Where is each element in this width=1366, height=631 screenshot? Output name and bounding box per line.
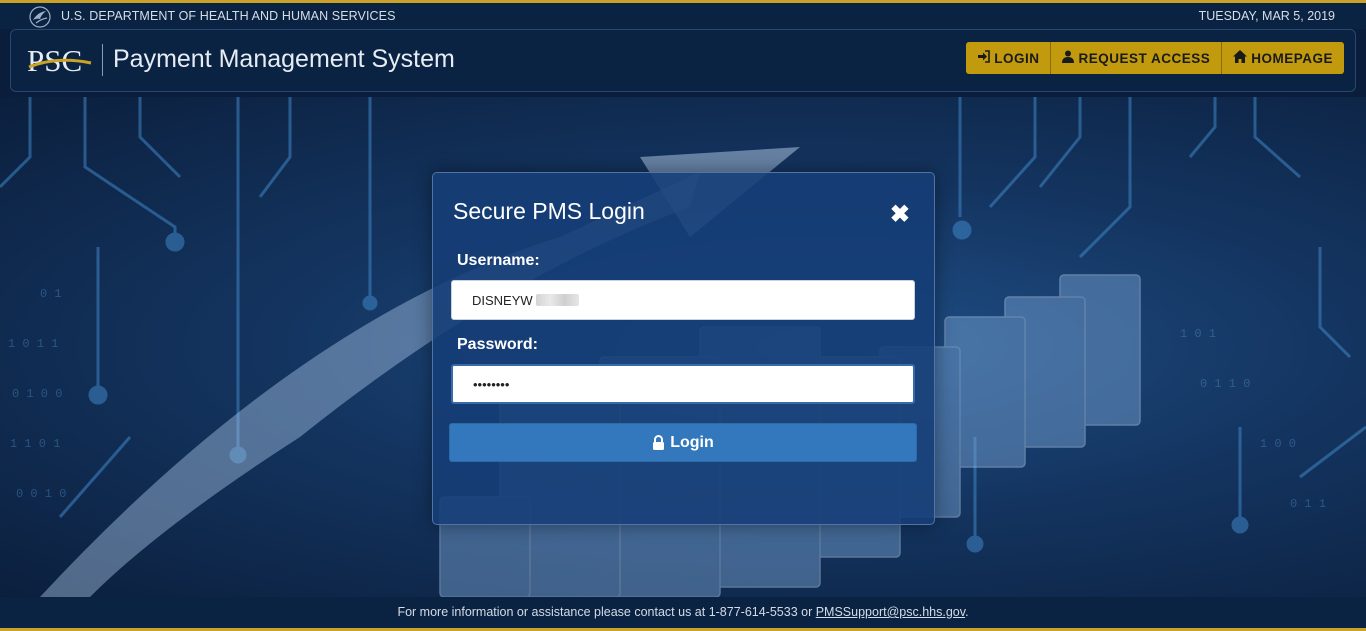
- footer-suffix: .: [965, 605, 969, 619]
- home-icon: [1233, 50, 1248, 66]
- lock-icon: [652, 435, 665, 450]
- nav-request-access-label: REQUEST ACCESS: [1078, 50, 1211, 66]
- dialog-title: Secure PMS Login: [453, 198, 645, 224]
- app-title: Payment Management System: [113, 45, 455, 73]
- support-email-link[interactable]: PMSSupport@psc.hhs.gov: [816, 605, 965, 619]
- svg-text:0 1 1: 0 1 1: [1290, 497, 1326, 511]
- svg-text:1 1 0 1: 1 1 0 1: [10, 437, 60, 451]
- nav-homepage-button[interactable]: HOMEPAGE: [1221, 42, 1344, 74]
- hhs-eagle-logo-icon: [29, 6, 51, 28]
- svg-text:0 1 0 0: 0 1 0 0: [12, 387, 62, 401]
- username-input[interactable]: [451, 280, 915, 320]
- password-label: Password:: [457, 336, 538, 353]
- svg-text:0 1: 0 1: [40, 287, 62, 301]
- password-input[interactable]: [451, 364, 915, 404]
- psc-logo[interactable]: PSC: [25, 40, 95, 80]
- login-submit-label: Login: [670, 433, 714, 451]
- svg-text:1 0 1 1: 1 0 1 1: [8, 337, 58, 351]
- footer-contact-text: For more information or assistance pleas…: [397, 605, 816, 619]
- top-bar: U.S. DEPARTMENT OF HEALTH AND HUMAN SERV…: [0, 3, 1366, 29]
- sign-in-icon: [977, 50, 991, 66]
- svg-text:0 0 1 0: 0 0 1 0: [16, 487, 66, 501]
- svg-text:1 0 1: 1 0 1: [1180, 327, 1216, 341]
- site-footer: For more information or assistance pleas…: [0, 597, 1366, 628]
- site-header: PSC Payment Management System LOGIN REQU…: [10, 29, 1356, 92]
- current-date: TUESDAY, MAR 5, 2019: [1198, 9, 1335, 23]
- redacted-username-suffix: [536, 294, 579, 306]
- nav-login-button[interactable]: LOGIN: [966, 42, 1051, 74]
- username-label: Username:: [457, 252, 540, 269]
- nav-request-access-button[interactable]: REQUEST ACCESS: [1050, 42, 1222, 74]
- nav-homepage-label: HOMEPAGE: [1251, 50, 1333, 66]
- svg-text:1 0 0: 1 0 0: [1260, 437, 1296, 451]
- login-dialog: Secure PMS Login ✖ Username: Password: L…: [432, 172, 935, 525]
- login-submit-button[interactable]: Login: [449, 423, 917, 462]
- svg-text:0 1 1 0: 0 1 1 0: [1200, 377, 1250, 391]
- logo-divider: [102, 44, 103, 76]
- department-name: U.S. DEPARTMENT OF HEALTH AND HUMAN SERV…: [61, 9, 396, 23]
- user-icon: [1062, 50, 1075, 66]
- header-nav: LOGIN REQUEST ACCESS HOMEPAGE: [966, 42, 1344, 74]
- close-icon[interactable]: ✖: [890, 203, 910, 227]
- nav-login-label: LOGIN: [994, 50, 1040, 66]
